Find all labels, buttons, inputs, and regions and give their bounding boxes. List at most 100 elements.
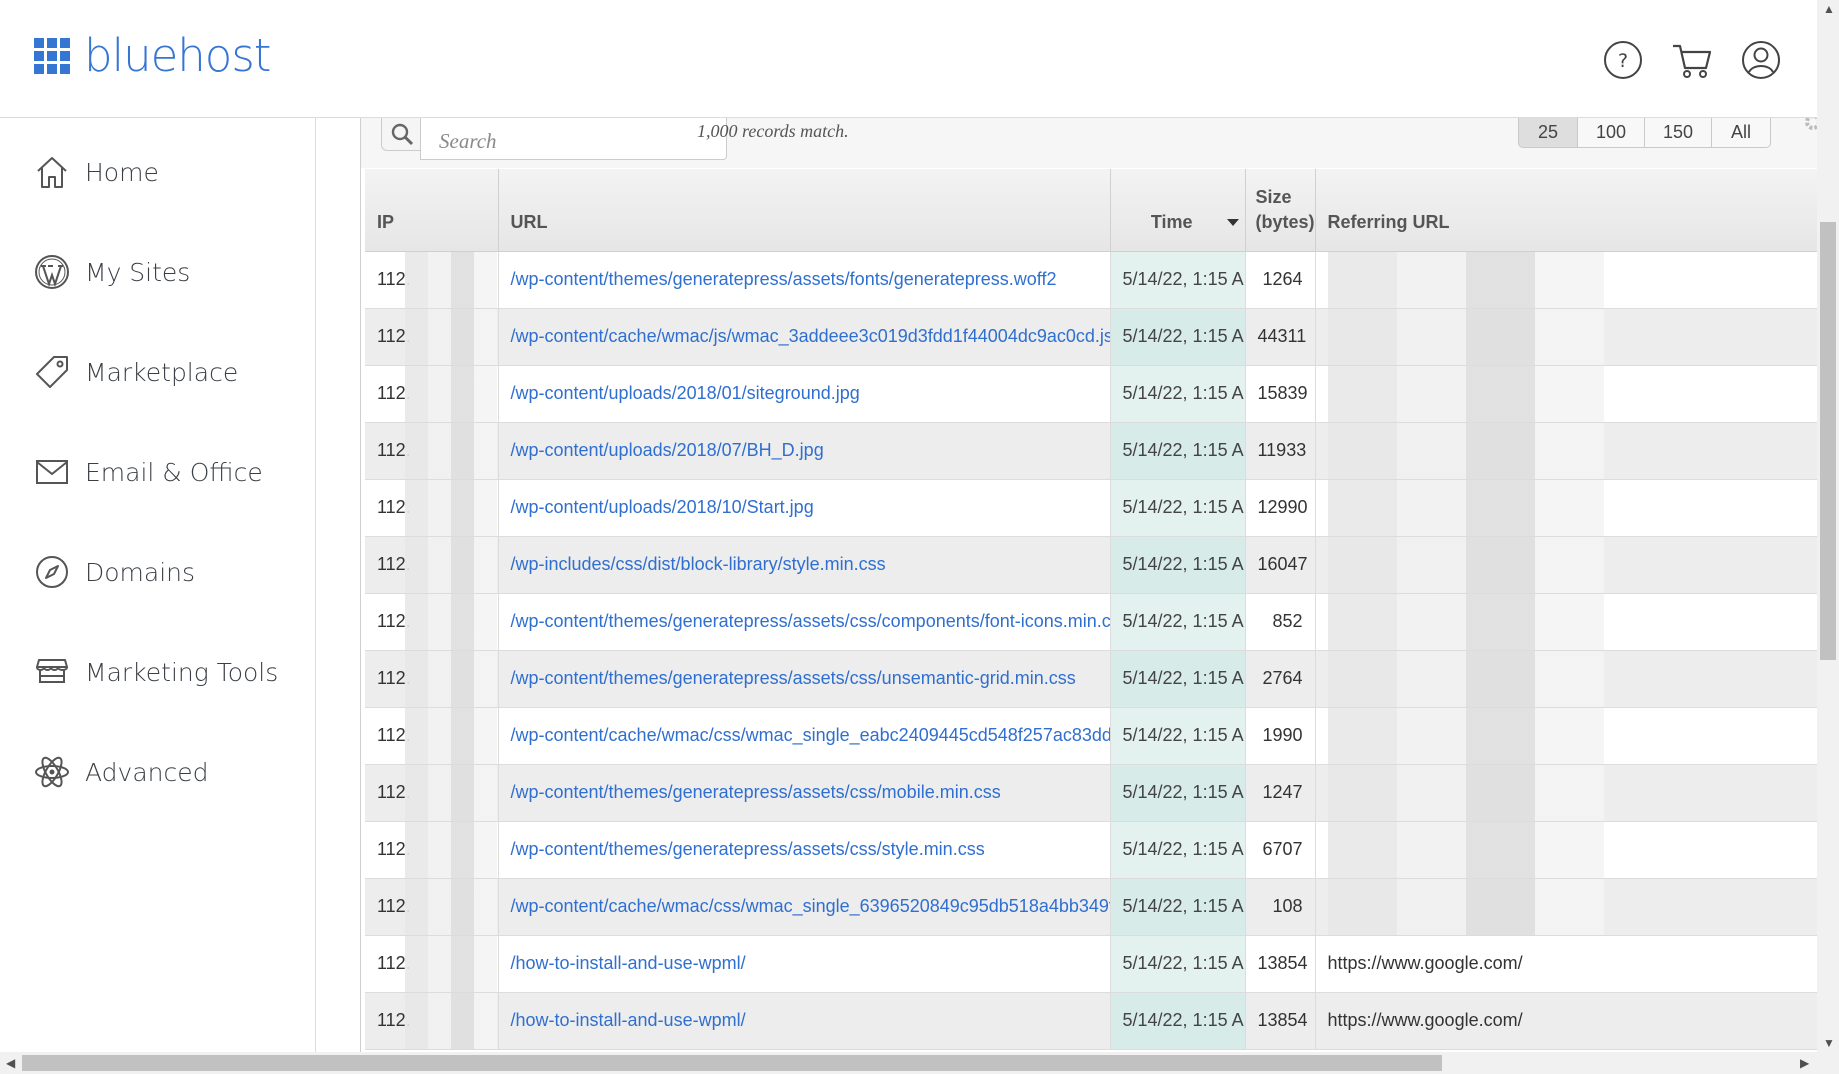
url-link[interactable]: /wp-content/uploads/2018/07/BH_D.jpg	[511, 440, 824, 460]
url-link[interactable]: /wp-content/cache/wmac/js/wmac_3addeee3c…	[511, 326, 1110, 346]
url-link[interactable]: /wp-content/themes/generatepress/assets/…	[511, 611, 1110, 631]
column-header-size[interactable]: Size (bytes)	[1245, 169, 1316, 252]
envelope-icon	[32, 452, 72, 492]
cell-size: 16047	[1245, 536, 1316, 594]
redacted-ip-blur	[405, 308, 497, 364]
url-link[interactable]: /wp-includes/css/dist/block-library/styl…	[511, 554, 886, 574]
cell-size: 1990	[1245, 707, 1316, 765]
column-header-url[interactable]: URL	[498, 169, 1111, 252]
url-link[interactable]: /wp-content/cache/wmac/css/wmac_single_6…	[511, 896, 1110, 916]
redacted-ip-blur	[405, 935, 497, 991]
records-count: 1,000 records match.	[697, 121, 849, 141]
scroll-left-arrow-icon[interactable]: ◀	[6, 1056, 15, 1070]
cell-referring-url	[1315, 365, 1818, 423]
cell-time: 5/14/22, 1:15 AM	[1110, 821, 1246, 879]
cell-ip: 112.	[365, 992, 499, 1050]
cell-url: /wp-content/uploads/2018/07/BH_D.jpg	[498, 422, 1111, 480]
bluehost-logo[interactable]: bluehost	[34, 30, 271, 82]
cart-icon[interactable]	[1671, 40, 1712, 80]
sidebar-item-my-sites[interactable]: My Sites	[32, 250, 190, 294]
cell-time: 5/14/22, 1:15 AM	[1110, 707, 1246, 765]
cell-url: /how-to-install-and-use-wpml/	[498, 992, 1111, 1050]
redacted-ip-blur	[405, 251, 497, 307]
horizontal-scrollbar-thumb[interactable]	[22, 1055, 1442, 1071]
url-link[interactable]: /wp-content/themes/generatepress/assets/…	[511, 668, 1076, 688]
scroll-up-arrow-icon[interactable]: ▲	[1823, 2, 1835, 16]
cell-url: /wp-content/themes/generatepress/assets/…	[498, 821, 1111, 879]
sidebar-item-home[interactable]: Home	[32, 150, 159, 194]
search-icon[interactable]	[381, 118, 423, 151]
cell-url: /how-to-install-and-use-wpml/	[498, 935, 1111, 993]
page-size-150-button[interactable]: 150	[1644, 118, 1712, 148]
redacted-ip-blur	[405, 878, 497, 934]
page-size-100-button[interactable]: 100	[1577, 118, 1645, 148]
redacted-ip-blur	[405, 365, 497, 421]
cell-url: /wp-content/cache/wmac/css/wmac_single_6…	[498, 878, 1111, 936]
vertical-scrollbar-thumb[interactable]	[1820, 222, 1836, 660]
redacted-referrer-blur	[1327, 365, 1604, 421]
table-row: 112. /how-to-install-and-use-wpml/5/14/22…	[365, 935, 1818, 993]
cell-time: 5/14/22, 1:15 AM	[1110, 536, 1246, 594]
cell-url: /wp-content/themes/generatepress/assets/…	[498, 251, 1111, 309]
search-input[interactable]	[420, 118, 727, 160]
page-size-all-button[interactable]: All	[1711, 118, 1771, 148]
cell-time: 5/14/22, 1:15 AM	[1110, 992, 1246, 1050]
redacted-referrer-blur	[1327, 308, 1604, 364]
url-link[interactable]: /wp-content/uploads/2018/01/siteground.j…	[511, 383, 860, 403]
url-link[interactable]: /how-to-install-and-use-wpml/	[511, 953, 746, 973]
url-link[interactable]: /wp-content/uploads/2018/10/Start.jpg	[511, 497, 814, 517]
scroll-right-arrow-icon[interactable]: ▶	[1800, 1056, 1809, 1070]
sidebar-item-label: Advanced	[85, 757, 209, 787]
sidebar-item-email-office[interactable]: Email & Office	[32, 450, 263, 494]
cell-url: /wp-content/themes/generatepress/assets/…	[498, 593, 1111, 651]
page-size-selector: 25 100 150 All	[1518, 118, 1771, 148]
cell-size: 1247	[1245, 764, 1316, 822]
column-header-referring-url[interactable]: Referring URL	[1315, 169, 1818, 252]
url-link[interactable]: /wp-content/cache/wmac/css/wmac_single_e…	[511, 725, 1110, 745]
cell-time: 5/14/22, 1:15 AM	[1110, 422, 1246, 480]
cell-referring-url	[1315, 878, 1818, 936]
redacted-referrer-blur	[1327, 422, 1604, 478]
cell-referring-url	[1315, 479, 1818, 537]
table-toolbar: 1,000 records match. 25 100 150 All	[361, 118, 1818, 168]
cell-referring-url	[1315, 707, 1818, 765]
sidebar-item-marketing-tools[interactable]: Marketing Tools	[32, 650, 278, 694]
table-row: 112. /wp-content/uploads/2018/10/Start.jp…	[365, 479, 1818, 537]
cell-ip: 112.	[365, 251, 499, 309]
cell-url: /wp-content/themes/generatepress/assets/…	[498, 764, 1111, 822]
url-link[interactable]: /how-to-install-and-use-wpml/	[511, 1010, 746, 1030]
cell-size: 6707	[1245, 821, 1316, 879]
cell-ip: 112.	[365, 593, 499, 651]
column-header-ip[interactable]: IP	[365, 169, 499, 252]
cell-time: 5/14/22, 1:15 AM	[1110, 251, 1246, 309]
sidebar-item-marketplace[interactable]: Marketplace	[32, 350, 238, 394]
sidebar-item-advanced[interactable]: Advanced	[32, 750, 209, 794]
sidebar-item-label: Marketing Tools	[85, 657, 279, 687]
sidebar-item-label: Email & Office	[85, 457, 263, 487]
redacted-ip-blur	[405, 992, 497, 1048]
column-header-time[interactable]: Time	[1110, 169, 1246, 252]
top-header: bluehost ?	[0, 0, 1839, 118]
cell-size: 12990	[1245, 479, 1316, 537]
url-link[interactable]: /wp-content/themes/generatepress/assets/…	[511, 839, 985, 859]
account-icon[interactable]	[1741, 40, 1781, 80]
redacted-ip-blur	[405, 650, 497, 706]
cell-ip: 112.	[365, 935, 499, 993]
url-link[interactable]: /wp-content/themes/generatepress/assets/…	[511, 269, 1057, 289]
cell-size: 108	[1245, 878, 1316, 936]
scroll-down-arrow-icon[interactable]: ▼	[1823, 1036, 1835, 1050]
compass-icon	[32, 552, 72, 592]
cell-time: 5/14/22, 1:15 AM	[1110, 878, 1246, 936]
page-size-25-button[interactable]: 25	[1518, 118, 1578, 148]
cell-url: /wp-content/themes/generatepress/assets/…	[498, 650, 1111, 708]
cell-url: /wp-includes/css/dist/block-library/styl…	[498, 536, 1111, 594]
table-row: 112. /how-to-install-and-use-wpml/5/14/22…	[365, 992, 1818, 1050]
table-row: 112. /wp-content/cache/wmac/css/wmac_sing…	[365, 707, 1818, 765]
sidebar-item-label: Marketplace	[85, 357, 239, 387]
sidebar-item-domains[interactable]: Domains	[32, 550, 195, 594]
help-icon[interactable]: ?	[1603, 40, 1643, 80]
cell-ip: 112.	[365, 422, 499, 480]
cell-time: 5/14/22, 1:15 AM	[1110, 365, 1246, 423]
url-link[interactable]: /wp-content/themes/generatepress/assets/…	[511, 782, 1001, 802]
gear-icon[interactable]	[1801, 118, 1818, 141]
